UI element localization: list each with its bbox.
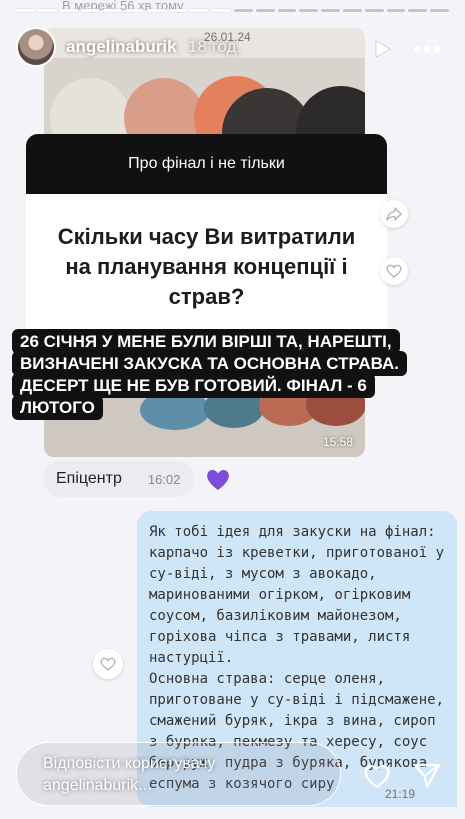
like-message-button[interactable] — [380, 257, 408, 285]
message-time: 16:02 — [147, 471, 181, 487]
story-progress-segment — [190, 9, 210, 12]
story-progress-segment — [386, 9, 406, 12]
reply-input[interactable]: Відповісти користувачу angelinaburik... — [16, 742, 341, 806]
quote-header-text: Про фінал і не тільки — [128, 155, 285, 172]
heart-outline-icon — [386, 264, 402, 278]
heart-reaction-icon[interactable] — [204, 466, 232, 494]
send-icon[interactable] — [412, 760, 442, 790]
story-progress-segment — [255, 9, 275, 12]
story-progress-segment — [37, 9, 57, 12]
quote-header: Про фінал і не тільки — [26, 134, 387, 194]
message-line: соусом, базиліковим майонезом, — [149, 608, 402, 624]
story-progress-segment — [16, 9, 35, 12]
story-progress-segment — [408, 9, 428, 12]
heart-outline-icon — [100, 657, 116, 671]
message-line: Основна страва: серце оленя, — [149, 671, 386, 687]
story-username[interactable]: angelinaburik — [66, 37, 177, 57]
story-progress-segment — [124, 9, 144, 12]
story-progress-segment — [430, 9, 449, 12]
message-line: маринованими огірком, огірковим — [149, 587, 411, 603]
story-progress-segment — [103, 9, 122, 12]
caption-line: ЛЮТОГО — [12, 395, 103, 420]
story-age: 18 год. — [188, 37, 242, 56]
message-line: горіхова чіпса з травами, листя — [149, 629, 411, 645]
message-line: карпачо із креветки, приготованої у — [149, 545, 445, 561]
reply-placeholder: Відповісти користувачу — [43, 755, 216, 772]
story-progress-segment — [299, 9, 319, 12]
story-progress-segment — [342, 9, 362, 12]
story-progress-segment — [168, 9, 188, 12]
message-line: смажений буряк, ікра з вина, сироп — [149, 713, 436, 729]
message-line: су-віді, з мусом з авокадо, — [149, 566, 377, 582]
quote-question-box: Скільки часу Ви витратили на планування … — [26, 194, 387, 332]
message-text: Епіцентр — [56, 470, 122, 487]
story-progress-bar — [16, 9, 449, 12]
story-progress-segment — [321, 9, 340, 12]
avatar[interactable] — [16, 27, 56, 67]
incoming-message[interactable]: Епіцентр 16:02 — [44, 461, 194, 497]
message-line: настурції. — [149, 650, 234, 666]
share-icon — [386, 207, 402, 221]
quote-question-text: Скільки часу Ви витратили на планування … — [57, 224, 356, 309]
story-progress-segment — [277, 9, 297, 12]
like-story-heart-icon[interactable] — [362, 761, 392, 791]
story-caption: 26 СІЧНЯ У МЕНЕ БУЛИ ВІРШІ ТА, НАРЕШТІ, … — [12, 329, 442, 420]
story-progress-segment — [146, 9, 166, 12]
story-progress-segment — [364, 9, 384, 12]
message-line: Як тобі ідея для закуски на фінал: — [149, 524, 436, 540]
reply-placeholder-username: angelinaburik... — [43, 777, 152, 794]
story-progress-segment — [81, 9, 101, 12]
story-progress-segment — [233, 9, 253, 12]
story-progress-segment — [212, 9, 231, 12]
more-options-icon[interactable] — [413, 45, 441, 53]
story-progress-segment — [59, 9, 79, 12]
photo-time: 15:58 — [322, 435, 353, 449]
like-message-button[interactable] — [93, 649, 123, 679]
play-icon[interactable] — [372, 39, 392, 59]
message-line: приготоване у су-віді і підсмажене, — [149, 692, 445, 708]
share-message-button[interactable] — [380, 200, 408, 228]
